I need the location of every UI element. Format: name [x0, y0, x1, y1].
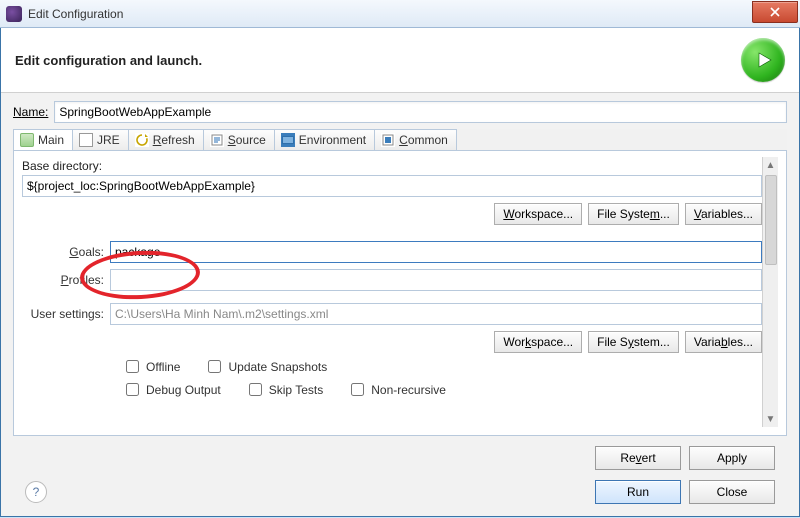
common-tab-icon [381, 133, 395, 147]
user-settings-label: User settings: [22, 307, 110, 321]
non-recursive-checkbox[interactable] [351, 383, 364, 396]
tab-jre[interactable]: JRE [72, 129, 129, 150]
run-icon [741, 38, 785, 82]
goals-label: Goals: [22, 245, 110, 259]
revert-button[interactable]: Revert [595, 446, 681, 470]
tab-jre-label: JRE [97, 133, 120, 147]
debug-output-checkbox[interactable] [126, 383, 139, 396]
tab-source[interactable]: Source [203, 129, 275, 150]
header-band: Edit configuration and launch. [1, 28, 799, 93]
workspace-button[interactable]: Workspace... [494, 203, 582, 225]
help-icon[interactable]: ? [25, 481, 47, 503]
tab-panel-inner: Base directory: Workspace... File System… [22, 157, 762, 427]
skip-tests-check[interactable]: Skip Tests [245, 380, 323, 399]
scroll-up-arrow[interactable]: ▲ [763, 157, 779, 173]
content-area: Name: Main JRE Refresh [1, 93, 799, 516]
base-directory-label: Base directory: [22, 159, 762, 173]
window-body: Edit configuration and launch. Name: Mai… [0, 28, 800, 517]
revert-apply-row: Revert Apply [13, 436, 787, 470]
source-tab-icon [210, 133, 224, 147]
base-directory-input[interactable] [22, 175, 762, 197]
update-snapshots-checkbox[interactable] [208, 360, 221, 373]
non-recursive-check[interactable]: Non-recursive [347, 380, 446, 399]
tab-refresh-label: Refresh [153, 133, 195, 147]
tab-environment-label: Environment [299, 133, 366, 147]
update-snapshots-check[interactable]: Update Snapshots [204, 357, 327, 376]
user-settings-input[interactable] [110, 303, 762, 325]
user-settings-button-row: Workspace... File System... Variables... [22, 331, 762, 353]
window-title: Edit Configuration [28, 7, 752, 21]
tab-panel-main: Base directory: Workspace... File System… [13, 151, 787, 436]
tab-source-label: Source [228, 133, 266, 147]
tab-main-label: Main [38, 133, 64, 147]
window-close-button[interactable] [752, 1, 798, 23]
apply-button[interactable]: Apply [689, 446, 775, 470]
debug-output-check[interactable]: Debug Output [122, 380, 221, 399]
check-row-1: Offline Update Snapshots [122, 357, 762, 376]
file-system-button-2[interactable]: File System... [588, 331, 679, 353]
header-text: Edit configuration and launch. [15, 53, 202, 68]
check-row-2: Debug Output Skip Tests Non-recursive [122, 380, 762, 399]
name-input[interactable] [54, 101, 787, 123]
skip-tests-checkbox[interactable] [249, 383, 262, 396]
offline-check[interactable]: Offline [122, 357, 180, 376]
file-system-button[interactable]: File System... [588, 203, 679, 225]
tab-row: Main JRE Refresh Source [13, 129, 787, 151]
refresh-tab-icon [135, 133, 149, 147]
tab-common-label: Common [399, 133, 448, 147]
app-icon [6, 6, 22, 22]
variables-button[interactable]: Variables... [685, 203, 762, 225]
close-button[interactable]: Close [689, 480, 775, 504]
environment-tab-icon [281, 133, 295, 147]
goals-row: Goals: [22, 241, 762, 263]
name-label: Name: [13, 105, 48, 119]
user-settings-row: User settings: [22, 303, 762, 325]
close-icon [769, 6, 781, 18]
run-button[interactable]: Run [595, 480, 681, 504]
profiles-row: Profiles: [22, 269, 762, 291]
profiles-label: Profiles: [22, 273, 110, 287]
jre-tab-icon [79, 133, 93, 147]
tab-common[interactable]: Common [374, 129, 457, 150]
scroll-thumb[interactable] [765, 175, 777, 265]
scroll-down-arrow[interactable]: ▼ [763, 411, 779, 427]
workspace-button-2[interactable]: Workspace... [494, 331, 582, 353]
tab-refresh[interactable]: Refresh [128, 129, 204, 150]
name-row: Name: [13, 101, 787, 123]
vertical-scrollbar[interactable]: ▲ ▼ [762, 157, 778, 427]
goals-input[interactable] [110, 241, 762, 263]
tab-environment[interactable]: Environment [274, 129, 375, 150]
dialog-button-row: ? Run Close [13, 470, 787, 516]
tab-main[interactable]: Main [13, 129, 73, 150]
offline-checkbox[interactable] [126, 360, 139, 373]
main-tab-icon [20, 133, 34, 147]
base-dir-button-row: Workspace... File System... Variables... [22, 203, 762, 225]
title-bar: Edit Configuration [0, 0, 800, 28]
profiles-input[interactable] [110, 269, 762, 291]
variables-button-2[interactable]: Variables... [685, 331, 762, 353]
